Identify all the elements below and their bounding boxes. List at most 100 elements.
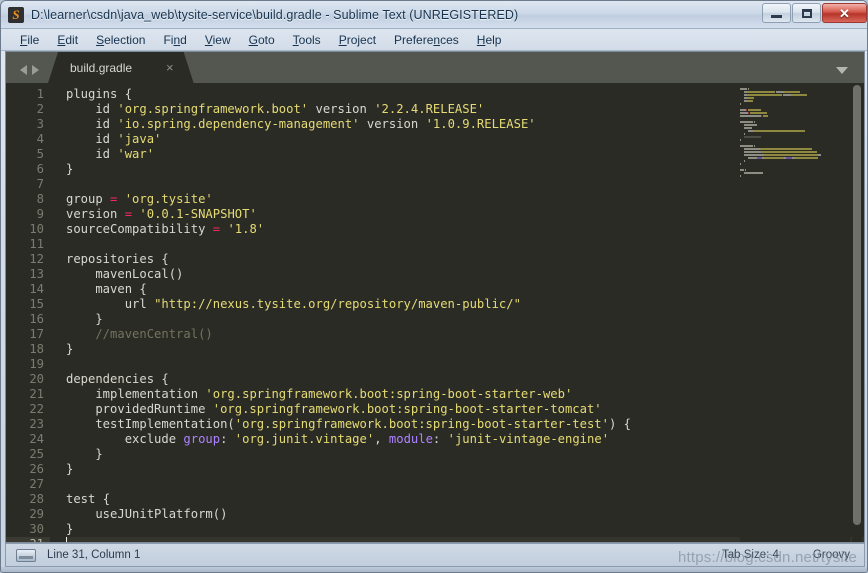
minimap-line xyxy=(740,178,850,180)
minimap-line xyxy=(740,157,850,159)
minimize-button[interactable] xyxy=(762,3,791,23)
line-number: 22 xyxy=(29,402,44,416)
line-number: 17 xyxy=(29,327,44,341)
minimap-line xyxy=(740,118,850,120)
menu-item-help[interactable]: Help xyxy=(468,31,511,49)
line-number: 25 xyxy=(29,447,44,461)
line-number: 13 xyxy=(29,267,44,281)
minimap-line xyxy=(740,148,850,150)
minimap-line xyxy=(740,139,850,141)
tab-build-gradle[interactable]: build.gradle × xyxy=(48,52,194,83)
window-bottom-frame xyxy=(1,567,867,572)
menu-item-find[interactable]: Find xyxy=(154,31,195,49)
console-toggle-icon[interactable] xyxy=(16,548,36,562)
line-number: 7 xyxy=(36,177,44,191)
minimap-line xyxy=(740,172,850,174)
line-number: 31 xyxy=(6,537,50,542)
sublime-text-logo-icon: S xyxy=(8,6,24,23)
menu-item-preferences[interactable]: Preferences xyxy=(385,31,468,49)
menu-item-goto[interactable]: Goto xyxy=(240,31,284,49)
minimap-line xyxy=(740,109,850,111)
menu-item-file[interactable]: File xyxy=(11,31,48,49)
line-number: 30 xyxy=(29,522,44,536)
minimize-icon xyxy=(771,14,782,18)
minimap-line xyxy=(740,115,850,117)
maximize-button[interactable] xyxy=(792,3,821,23)
window-title: D:\learner\csdn\java_web\tysite-service\… xyxy=(31,7,519,22)
minimap-line xyxy=(740,133,850,135)
line-number: 29 xyxy=(29,507,44,521)
line-number-gutter: 1 2 3 4 5 6 7 8 9 10 11 12 13 14 15 16 17 18 19 20 21 22 23 24 2… xyxy=(6,83,50,542)
close-icon: ✕ xyxy=(839,5,850,21)
line-number: 1 xyxy=(36,87,44,101)
line-number: 26 xyxy=(29,462,44,476)
minimap-line xyxy=(740,130,850,132)
window-controls: ✕ xyxy=(761,2,867,24)
tabbar-scroll-spacer xyxy=(853,52,861,83)
minimap-line xyxy=(740,169,850,171)
tab-close-icon[interactable]: × xyxy=(166,61,174,74)
syntax-label[interactable]: Groovy xyxy=(813,549,850,561)
chevron-down-icon[interactable] xyxy=(836,67,848,74)
line-number: 18 xyxy=(29,342,44,356)
tab-label: build.gradle xyxy=(70,60,133,75)
code-view[interactable]: 1 2 3 4 5 6 7 8 9 10 11 12 13 14 15 16 17 18 19 20 21 22 23 24 2… xyxy=(6,83,864,542)
minimap-line xyxy=(740,91,850,93)
minimap-line xyxy=(740,88,850,90)
line-number: 5 xyxy=(36,147,44,161)
minimap-line xyxy=(740,154,850,156)
close-button[interactable]: ✕ xyxy=(822,3,867,23)
line-number: 2 xyxy=(36,102,44,116)
status-right-group: Tab Size: 4 Groovy xyxy=(722,549,850,561)
minimap-line xyxy=(740,121,850,123)
minimap[interactable] xyxy=(740,83,850,542)
sublime-text-window: S D:\learner\csdn\java_web\tysite-servic… xyxy=(0,0,868,573)
line-number: 21 xyxy=(29,387,44,401)
line-number: 6 xyxy=(36,162,44,176)
minimap-line xyxy=(740,106,850,108)
minimap-line xyxy=(740,160,850,162)
line-number: 20 xyxy=(29,372,44,386)
cursor-position: Line 31, Column 1 xyxy=(47,549,141,561)
status-bar: Line 31, Column 1 Tab Size: 4 Groovy xyxy=(5,543,865,567)
line-number: 19 xyxy=(29,357,44,371)
line-number: 14 xyxy=(29,282,44,296)
line-number: 4 xyxy=(36,132,44,146)
menu-item-edit[interactable]: Edit xyxy=(48,31,87,49)
tab-size-label[interactable]: Tab Size: 4 xyxy=(722,549,779,561)
line-number: 12 xyxy=(29,252,44,266)
minimap-line xyxy=(740,163,850,165)
previous-tab-icon[interactable] xyxy=(20,65,27,75)
line-number: 24 xyxy=(29,432,44,446)
line-number: 8 xyxy=(36,192,44,206)
minimap-line xyxy=(740,94,850,96)
minimap-line xyxy=(740,97,850,99)
minimap-line xyxy=(740,142,850,144)
minimap-line xyxy=(740,112,850,114)
line-number: 3 xyxy=(36,117,44,131)
vertical-scrollbar[interactable] xyxy=(852,83,862,542)
line-number: 16 xyxy=(29,312,44,326)
minimap-line xyxy=(740,175,850,177)
minimap-line xyxy=(740,100,850,102)
minimap-line xyxy=(740,166,850,168)
line-number: 15 xyxy=(29,297,44,311)
text-caret xyxy=(66,537,67,542)
title-bar: S D:\learner\csdn\java_web\tysite-servic… xyxy=(1,1,867,29)
minimap-line xyxy=(740,145,850,147)
menu-item-selection[interactable]: Selection xyxy=(87,31,154,49)
scrollbar-thumb[interactable] xyxy=(853,85,861,525)
menu-item-view[interactable]: View xyxy=(196,31,240,49)
line-number: 28 xyxy=(29,492,44,506)
menu-item-tools[interactable]: Tools xyxy=(284,31,330,49)
tab-nav-arrows[interactable] xyxy=(6,65,48,83)
minimap-line xyxy=(740,124,850,126)
line-number: 11 xyxy=(29,237,44,251)
line-number: 9 xyxy=(36,207,44,221)
tab-bar: build.gradle × xyxy=(6,52,864,83)
next-tab-icon[interactable] xyxy=(32,65,39,75)
line-number: 23 xyxy=(29,417,44,431)
menu-item-project[interactable]: Project xyxy=(330,31,385,49)
line-number: 27 xyxy=(29,477,44,491)
minimap-line xyxy=(740,103,850,105)
